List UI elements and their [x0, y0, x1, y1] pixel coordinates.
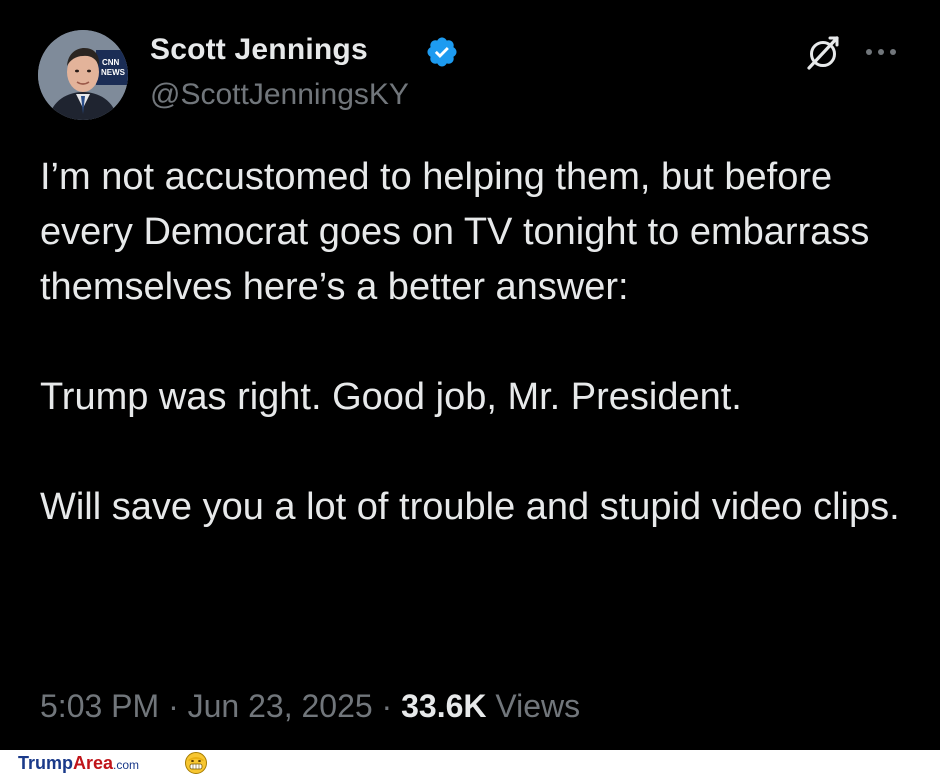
tweet-metadata: 5:03 PM · Jun 23, 2025 · 33.6K Views — [40, 688, 580, 725]
views-count[interactable]: 33.6K — [401, 688, 486, 724]
tweet-paragraph: Will save you a lot of trouble and stupi… — [40, 486, 900, 528]
display-name[interactable]: Scott Jennings — [150, 33, 368, 67]
site-watermark: TrumpArea.com — [18, 753, 139, 774]
tweet-paragraph: Trump was right. Good job, Mr. President… — [40, 376, 742, 418]
avatar[interactable]: CNN NEWS — [38, 30, 128, 120]
separator: · — [168, 688, 179, 724]
post-time[interactable]: 5:03 PM — [40, 688, 159, 724]
tweet-text: I’m not accustomed to helping them, but … — [40, 150, 900, 535]
separator: · — [381, 688, 393, 724]
emoji-face-icon — [185, 752, 207, 774]
tweet-card: CNN NEWS Scott Jennings @ScottJenningsKY… — [0, 0, 940, 750]
svg-text:NEWS: NEWS — [101, 68, 126, 77]
brand-area: Area — [73, 753, 114, 773]
watermark-bar: TrumpArea.com — [0, 750, 940, 775]
svg-text:CNN: CNN — [102, 58, 120, 67]
avatar-photo: CNN NEWS — [38, 30, 128, 120]
user-handle[interactable]: @ScottJenningsKY — [150, 78, 409, 112]
post-date[interactable]: Jun 23, 2025 — [188, 688, 373, 724]
brand-com: .com — [113, 758, 140, 772]
tweet-paragraph: I’m not accustomed to helping them, but … — [40, 156, 870, 308]
grok-icon[interactable] — [803, 33, 843, 73]
brand-trump: Trump — [18, 753, 74, 773]
more-options-icon[interactable] — [862, 40, 902, 64]
verified-badge-icon — [427, 37, 457, 67]
views-label[interactable]: Views — [495, 688, 580, 724]
